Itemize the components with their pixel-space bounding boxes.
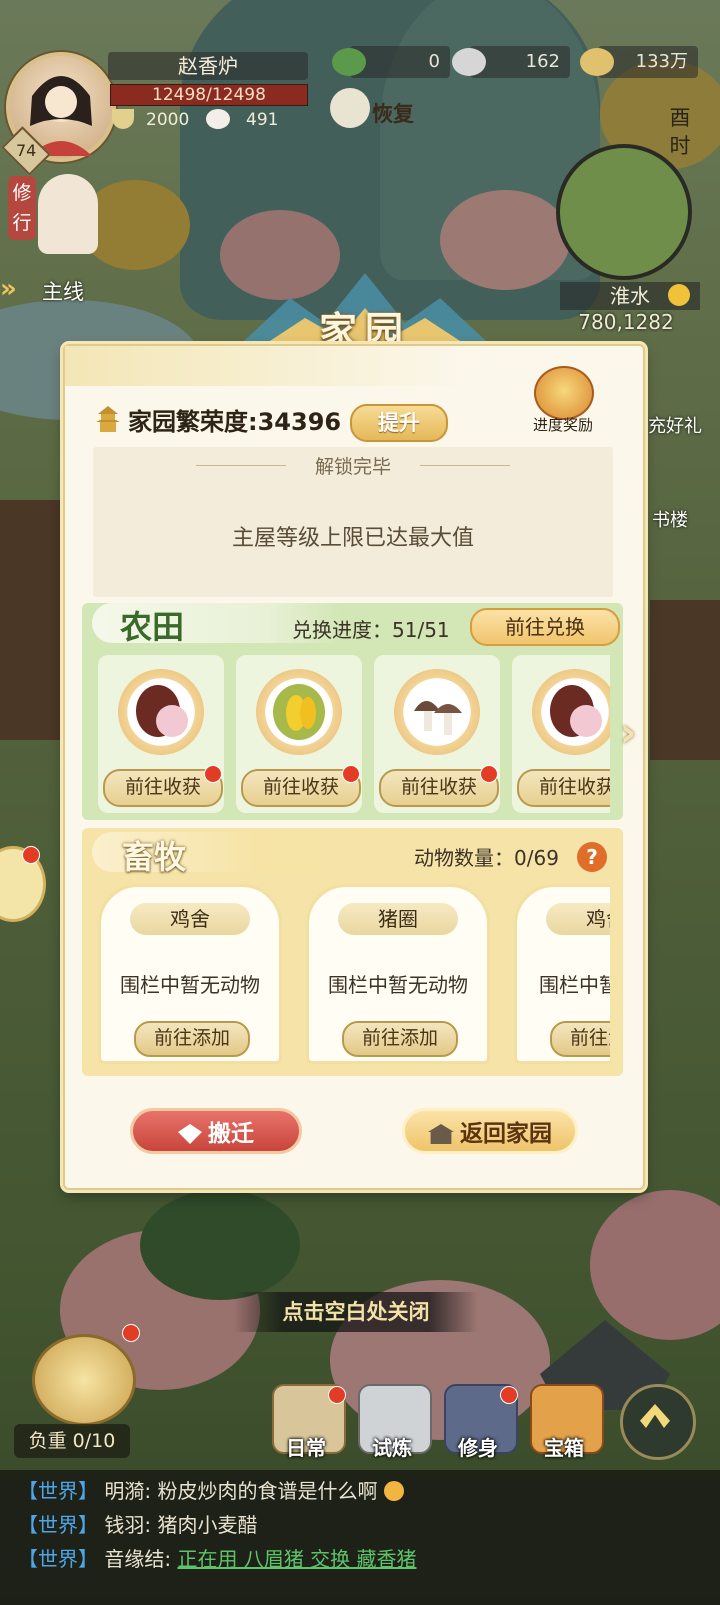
silver-ingot-icon (452, 48, 486, 76)
upgrade-button[interactable]: 提升 (350, 404, 448, 442)
exchange-progress-value: 51/51 (392, 618, 450, 642)
notification-dot (342, 765, 360, 783)
progress-reward-label[interactable]: 进度奖励 (520, 414, 606, 435)
prosperity-row: 家园繁荣度:34396 (128, 402, 341, 437)
crop-card: 前往收获 (374, 655, 500, 813)
unlock-title: 解锁完毕 (314, 456, 391, 478)
mainline-arrow-icon: » (0, 274, 17, 304)
trade-link[interactable]: 正在用 八眉猪 交换 藏香猪 (177, 1547, 416, 1571)
currency-coins[interactable]: 133万 (580, 46, 698, 78)
player-stat-1: 2000 (146, 110, 190, 130)
tap-to-close-hint[interactable]: 点击空白处关闭 (234, 1292, 478, 1332)
bun-icon (206, 109, 230, 129)
crop-card: 前往收获 (98, 655, 224, 813)
house-icon (428, 1124, 454, 1144)
player-hp-bar: 12498/12498 (110, 84, 308, 106)
player-stat-2: 491 (246, 110, 279, 130)
chat-channel: 【世界】 (18, 1513, 98, 1537)
farm-title: 农田 (120, 608, 185, 646)
help-icon[interactable]: ? (577, 842, 607, 872)
chat-line: 【世界】 钱羽: 猪肉小麦醋 (18, 1508, 257, 1542)
carry-load: 负重 0/10 (14, 1424, 130, 1458)
add-animal-button[interactable]: 前往添加 (134, 1021, 250, 1057)
side-tower-label[interactable]: 书楼 (652, 506, 720, 532)
currency-silver[interactable]: 162 (452, 46, 570, 78)
unlock-message: 主屋等级上限已达最大值 (231, 526, 474, 551)
world-chat[interactable]: 【世界】 明漪: 粉皮炒肉的食谱是什么啊 【世界】 钱羽: 猪肉小麦醋 【世界】… (0, 1470, 720, 1605)
notification-dot (500, 1386, 518, 1404)
pen-name: 鸡舍 (546, 903, 610, 935)
exchange-progress: 兑换进度：51/51 (292, 618, 450, 642)
pen-empty-message: 围栏中暂无动物 (539, 973, 610, 997)
move-icon (178, 1124, 202, 1144)
chat-sender[interactable]: 音缘结: (104, 1547, 171, 1571)
chat-text: 粉皮炒肉的食谱是什么啊 (151, 1479, 378, 1503)
restore-button[interactable]: 恢复 (372, 98, 414, 128)
minimap[interactable] (556, 144, 692, 280)
sun-icon (668, 284, 690, 306)
menu-trial[interactable]: 试炼 (352, 1432, 432, 1461)
notification-dot (22, 846, 40, 864)
time-of-day: 酉时 (669, 106, 691, 158)
animal-count: 动物数量：0/69 (414, 846, 559, 870)
side-gift-label[interactable]: 充好礼 (648, 412, 720, 438)
training-button[interactable]: 修行 (8, 176, 36, 240)
chat-line: 【世界】 明漪: 粉皮炒肉的食谱是什么啊 (18, 1474, 404, 1508)
location-coords: 780,1282 (578, 310, 674, 334)
mushroom-icon (394, 669, 480, 755)
chat-line: 【世界】 音缘结: 正在用 八眉猪 交换 藏香猪 (18, 1542, 417, 1576)
chat-text: 猪肉小麦醋 (151, 1513, 258, 1537)
currency-jade[interactable]: 0 (332, 46, 450, 78)
notification-dot (204, 765, 222, 783)
restore-potion-icon (330, 88, 370, 128)
pen-card: 鸡舍 围栏中暂无动物 前往添加 (514, 884, 610, 1064)
pen-empty-message: 围栏中暂无动物 (120, 973, 260, 997)
crop-card: 前往收获 (512, 655, 610, 813)
jade-icon (332, 48, 366, 76)
add-animal-button[interactable]: 前往添加 (342, 1021, 458, 1057)
coins-icon (580, 48, 614, 76)
chat-channel: 【世界】 (18, 1547, 98, 1571)
emoji-icon (383, 1481, 404, 1501)
durian-icon (256, 669, 342, 755)
notification-dot (480, 765, 498, 783)
move-button[interactable]: 搬迁 (130, 1108, 302, 1154)
livestock-title: 畜牧 (122, 838, 187, 876)
chat-sender[interactable]: 钱羽: (104, 1513, 151, 1537)
pen-card: 猪圈 围栏中暂无动物 前往添加 (306, 884, 490, 1064)
pen-name: 鸡舍 (130, 903, 250, 935)
notification-dot (328, 1386, 346, 1404)
collapse-menu-icon[interactable] (620, 1384, 696, 1460)
companion-avatar[interactable] (38, 174, 98, 254)
mainline-quest-button[interactable]: 主线 (42, 276, 84, 306)
harvest-button[interactable]: 前往收获 (517, 769, 610, 807)
menu-treasure[interactable]: 宝箱 (524, 1432, 604, 1461)
animal-count-value: 0/69 (514, 846, 559, 870)
pen-empty-message: 围栏中暂无动物 (328, 973, 468, 997)
scroll-right-arrow-icon[interactable]: › (620, 710, 636, 756)
player-name: 赵香炉 (108, 52, 308, 80)
go-exchange-button[interactable]: 前往兑换 (470, 608, 620, 646)
taro-icon (532, 669, 610, 755)
pen-card: 鸡舍 围栏中暂无动物 前往添加 (98, 884, 282, 1064)
notification-dot (122, 1324, 140, 1342)
reward-pouch-icon[interactable] (534, 366, 594, 420)
crop-list: 前往收获 前往收获 前往收获 前往收获 (98, 655, 610, 815)
menu-cultivate[interactable]: 修身 (438, 1432, 518, 1461)
pagoda-icon (96, 406, 120, 432)
pen-name: 猪圈 (338, 903, 458, 935)
crop-card: 前往收获 (236, 655, 362, 813)
prosperity-value: 34396 (257, 408, 342, 436)
add-animal-button[interactable]: 前往添加 (550, 1021, 610, 1057)
cart-icon[interactable] (32, 1334, 136, 1426)
pen-list: 鸡舍 围栏中暂无动物 前往添加 猪圈 围栏中暂无动物 前往添加 鸡舍 围栏中暂无… (98, 884, 610, 1066)
prosperity-label: 家园繁荣度: (128, 408, 258, 436)
chat-sender[interactable]: 明漪: (104, 1479, 151, 1503)
menu-daily[interactable]: 日常 (266, 1432, 346, 1461)
return-home-button[interactable]: 返回家园 (402, 1108, 578, 1154)
taro-icon (118, 669, 204, 755)
chat-channel: 【世界】 (18, 1479, 98, 1503)
